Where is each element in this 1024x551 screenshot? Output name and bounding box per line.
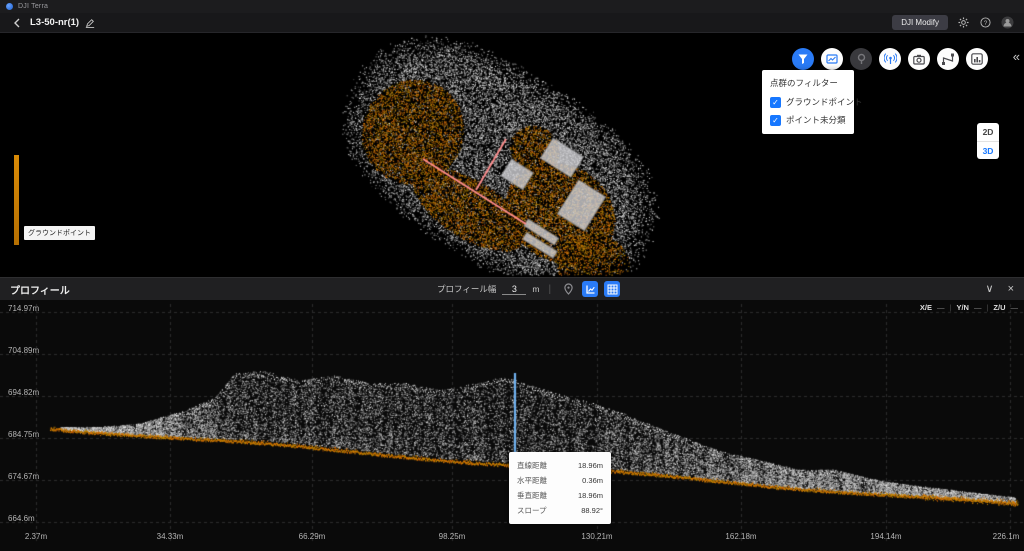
x-axis-tick: 130.21m (581, 532, 612, 541)
axis-toggle-xe[interactable]: X/E (920, 303, 932, 312)
filter-option-unclassified-points[interactable]: ✓ ポイント未分類 (770, 114, 846, 126)
y-axis-tick: 684.75m (8, 430, 39, 439)
axis-value: — (1011, 303, 1019, 312)
divider: | (986, 303, 988, 312)
profile-panel: プロフィール プロフィール幅 m | ∨ × (0, 277, 1024, 551)
view-dimension-switch: 2D 3D (977, 123, 999, 159)
legend-color-bar (14, 155, 19, 245)
user-account-icon[interactable] (1001, 16, 1014, 29)
window-titlebar: DJI Terra (0, 0, 1024, 13)
filter-button[interactable] (792, 48, 814, 70)
filter-option-ground-points[interactable]: ✓ グラウンドポイント (770, 96, 846, 108)
camera-icon (913, 54, 925, 65)
edit-name-button[interactable] (85, 18, 95, 28)
viewport-toolbar (792, 48, 1024, 70)
dji-modify-button[interactable]: DJI Modify (892, 15, 948, 30)
tooltip-label: スロープ (517, 505, 547, 516)
help-icon[interactable]: ? (979, 16, 992, 29)
svg-text:?: ? (984, 20, 988, 27)
divider: | (548, 284, 551, 295)
axis-value: — (937, 303, 945, 312)
app-title: DJI Terra (18, 3, 48, 10)
histogram-icon (971, 53, 983, 65)
project-name: L3-50-nr(1) (30, 17, 79, 28)
x-axis-tick: 66.29m (299, 532, 326, 541)
axis-toggle-yn[interactable]: Y/N (956, 303, 969, 312)
antenna-button[interactable] (879, 48, 901, 70)
collapse-sidebar-button[interactable]: « (1013, 49, 1020, 64)
tooltip-label: 垂直距離 (517, 490, 547, 501)
filter-panel-title: 点群のフィルター (770, 77, 846, 89)
x-axis-tick: 34.33m (157, 532, 184, 541)
tooltip-label: 直線距離 (517, 460, 547, 471)
profile-axis-icon (585, 284, 596, 295)
y-axis-tick: 674.67m (8, 472, 39, 481)
point-cloud-viewport: « 点群のフィルター ✓ グラウンドポイント ✓ ポイント未分類 2D 3D グ… (0, 33, 1024, 277)
legend-label: グラウンドポイント (24, 226, 95, 240)
tooltip-value: 88.92° (581, 506, 603, 515)
profile-view-button[interactable] (582, 281, 598, 297)
poi-marker-icon (856, 53, 867, 65)
view-3d-button[interactable]: 3D (977, 141, 999, 159)
camera-button[interactable] (908, 48, 930, 70)
app-header: L3-50-nr(1) DJI Modify ? (0, 13, 1024, 33)
dji-terra-window: DJI Terra L3-50-nr(1) DJI Modify ? (0, 0, 1024, 551)
grid-toggle-button[interactable] (604, 281, 620, 297)
profile-width-input[interactable] (502, 284, 526, 295)
profile-close-button[interactable]: × (1008, 284, 1014, 295)
display-mode-button[interactable] (821, 48, 843, 70)
checkbox-checked-icon[interactable]: ✓ (770, 115, 781, 126)
filter-option-label: グラウンドポイント (786, 96, 863, 108)
poi-marker-button[interactable] (850, 48, 872, 70)
profile-width-controls: プロフィール幅 m | (437, 278, 620, 300)
x-axis-tick: 98.25m (439, 532, 466, 541)
display-mode-icon (826, 53, 838, 65)
point-filter-panel: 点群のフィルター ✓ グラウンドポイント ✓ ポイント未分類 (762, 70, 854, 134)
profile-chart-button[interactable] (966, 48, 988, 70)
route-button[interactable] (937, 48, 959, 70)
axis-value: — (974, 303, 982, 312)
profile-width-unit: m (532, 284, 539, 294)
profile-header: プロフィール プロフィール幅 m | ∨ × (0, 278, 1024, 300)
y-axis-tick: 664.6m (8, 514, 35, 523)
pin-marker-button[interactable] (560, 281, 576, 297)
x-axis-tick: 194.14m (870, 532, 901, 541)
antenna-signal-icon (884, 53, 897, 65)
x-axis-tick: 2.37m (25, 532, 47, 541)
view-2d-button[interactable]: 2D (977, 123, 999, 141)
divider: | (949, 303, 951, 312)
measurement-tooltip: 直線距離 18.96m 水平距離 0.36m 垂直距離 18.96m スロープ 88.9… (509, 452, 611, 524)
x-axis-tick: 226.1m (993, 532, 1020, 541)
y-axis-tick: 714.97m (8, 304, 39, 313)
filter-funnel-icon (797, 53, 809, 65)
y-axis-tick: 704.89m (8, 346, 39, 355)
filter-option-label: ポイント未分類 (786, 114, 846, 126)
profile-width-label: プロフィール幅 (437, 283, 496, 295)
axis-toggle-bar: X/E — | Y/N — | Z/U — (920, 303, 1018, 312)
y-axis-tick: 694.82m (8, 388, 39, 397)
tooltip-value: 0.36m (582, 476, 603, 485)
axis-toggle-zu[interactable]: Z/U (993, 303, 1005, 312)
back-button[interactable] (8, 14, 26, 32)
profile-title: プロフィール (10, 282, 70, 297)
pin-icon (563, 283, 574, 295)
grid-icon (607, 284, 618, 295)
x-axis-tick: 162.18m (725, 532, 756, 541)
flight-route-icon (942, 53, 954, 65)
tooltip-label: 水平距離 (517, 475, 547, 486)
tooltip-value: 18.96m (578, 461, 603, 470)
tooltip-value: 18.96m (578, 491, 603, 500)
profile-collapse-button[interactable]: ∨ (986, 284, 994, 295)
checkbox-checked-icon[interactable]: ✓ (770, 97, 781, 108)
settings-gear-icon[interactable] (957, 16, 970, 29)
app-logo-icon (6, 3, 13, 10)
